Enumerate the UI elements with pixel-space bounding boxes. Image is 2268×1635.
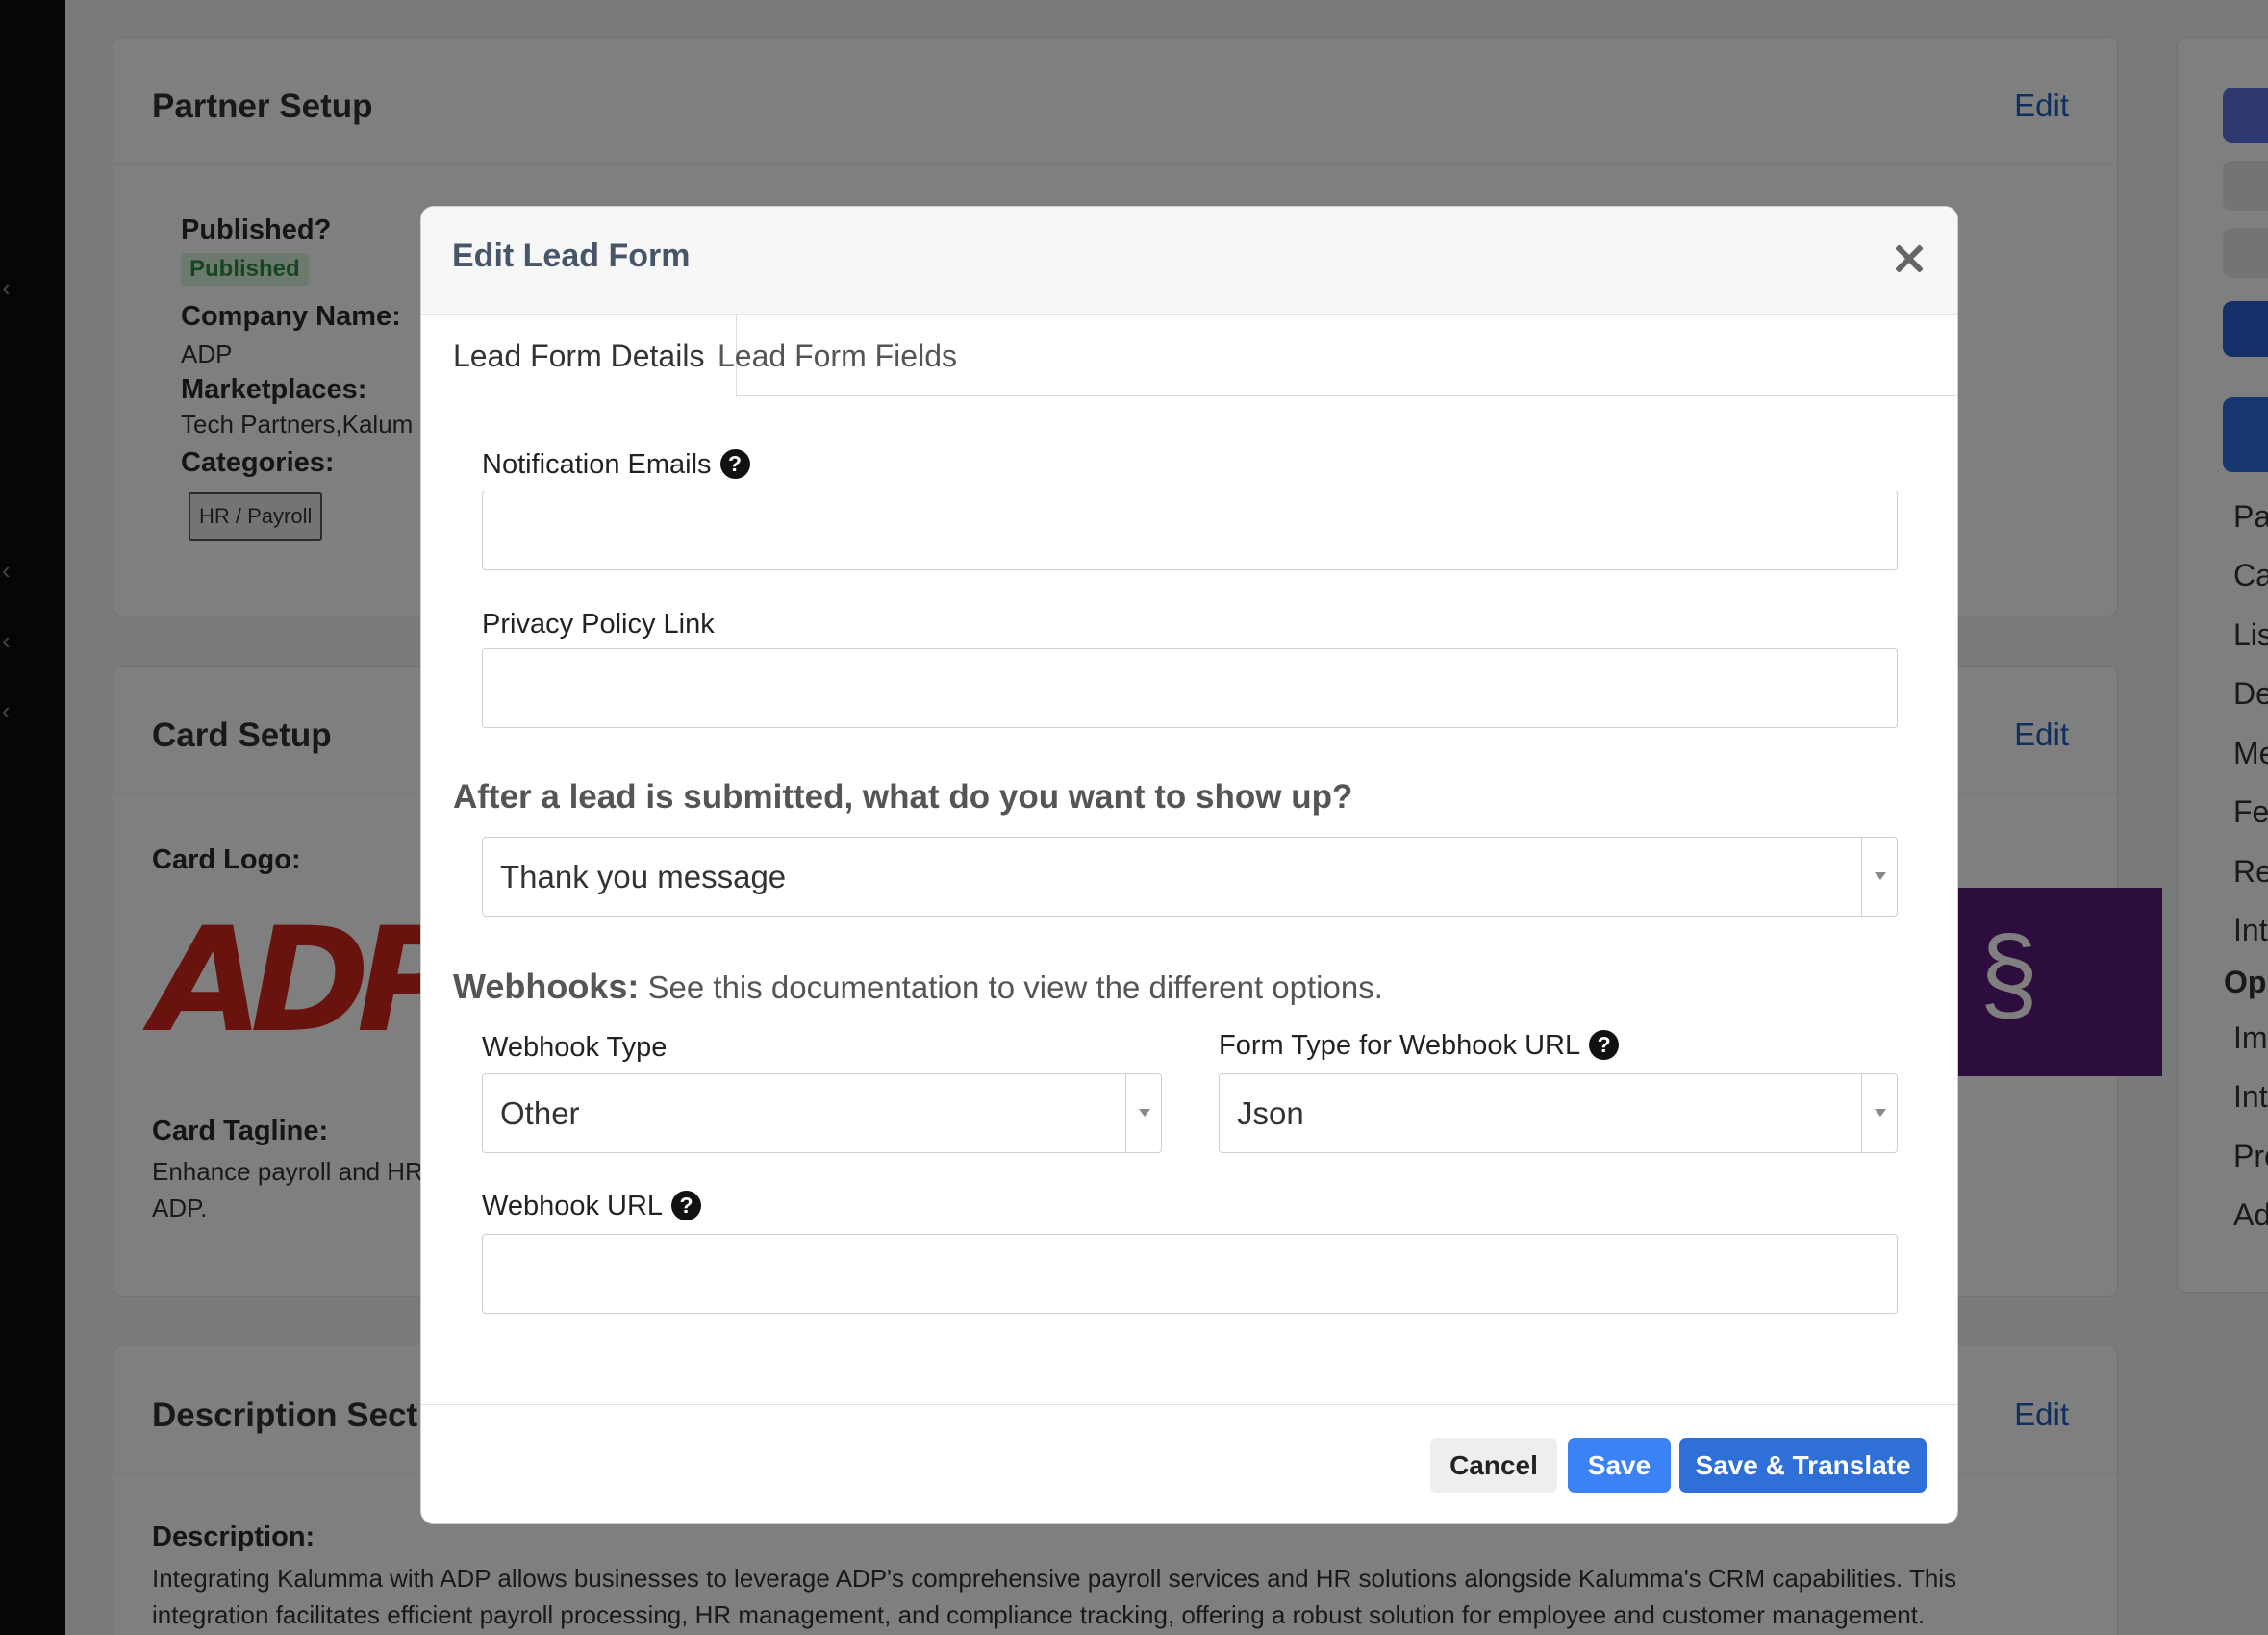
caret-down-icon[interactable] <box>1125 1074 1161 1152</box>
modal-header: Edit Lead Form <box>421 207 1957 315</box>
webhook-url-input[interactable] <box>482 1234 1898 1314</box>
form-type-select[interactable]: Json <box>1219 1073 1898 1153</box>
save-and-translate-button[interactable]: Save & Translate <box>1679 1438 1927 1493</box>
after-submit-selected: Thank you message <box>500 859 787 894</box>
form-type-selected: Json <box>1237 1095 1304 1131</box>
after-submit-question: After a lead is submitted, what do you w… <box>453 778 1353 816</box>
save-button[interactable]: Save <box>1568 1438 1671 1493</box>
modal-tabs: Lead Form Details Lead Form Fields <box>421 315 1957 397</box>
form-type-label-text: Form Type for Webhook URL <box>1219 1030 1581 1061</box>
webhook-type-select[interactable]: Other <box>482 1073 1162 1153</box>
edit-lead-form-modal: Edit Lead Form Lead Form Details Lead Fo… <box>420 206 1958 1524</box>
caret-down-icon[interactable] <box>1861 1074 1897 1152</box>
webhook-url-label-text: Webhook URL <box>482 1191 664 1221</box>
notification-emails-label: Notification Emails? <box>482 449 750 481</box>
webhook-type-label: Webhook Type <box>482 1032 668 1063</box>
webhooks-description: Webhooks: See this documentation to view… <box>453 967 1383 1007</box>
close-icon[interactable] <box>1894 243 1925 274</box>
cancel-button[interactable]: Cancel <box>1430 1438 1557 1493</box>
privacy-policy-input[interactable] <box>482 648 1898 728</box>
modal-footer: Cancel Save Save & Translate <box>421 1404 1957 1523</box>
webhooks-doc-text: See this documentation to view the diffe… <box>647 969 1383 1005</box>
notification-emails-label-text: Notification Emails <box>482 449 712 480</box>
webhook-type-selected: Other <box>500 1095 580 1131</box>
webhook-url-label: Webhook URL? <box>482 1191 702 1222</box>
modal-title: Edit Lead Form <box>452 238 691 274</box>
notification-emails-input[interactable] <box>482 490 1898 570</box>
webhooks-heading: Webhooks: <box>453 967 640 1006</box>
question-circle-icon[interactable]: ? <box>1589 1030 1620 1060</box>
caret-down-icon[interactable] <box>1861 838 1897 916</box>
after-submit-select[interactable]: Thank you message <box>482 837 1898 917</box>
tab-lead-form-fields[interactable]: Lead Form Fields <box>686 315 989 396</box>
question-circle-icon[interactable]: ? <box>671 1191 702 1220</box>
form-type-label: Form Type for Webhook URL? <box>1219 1030 1620 1062</box>
question-circle-icon[interactable]: ? <box>719 449 750 479</box>
privacy-policy-label: Privacy Policy Link <box>482 609 715 640</box>
